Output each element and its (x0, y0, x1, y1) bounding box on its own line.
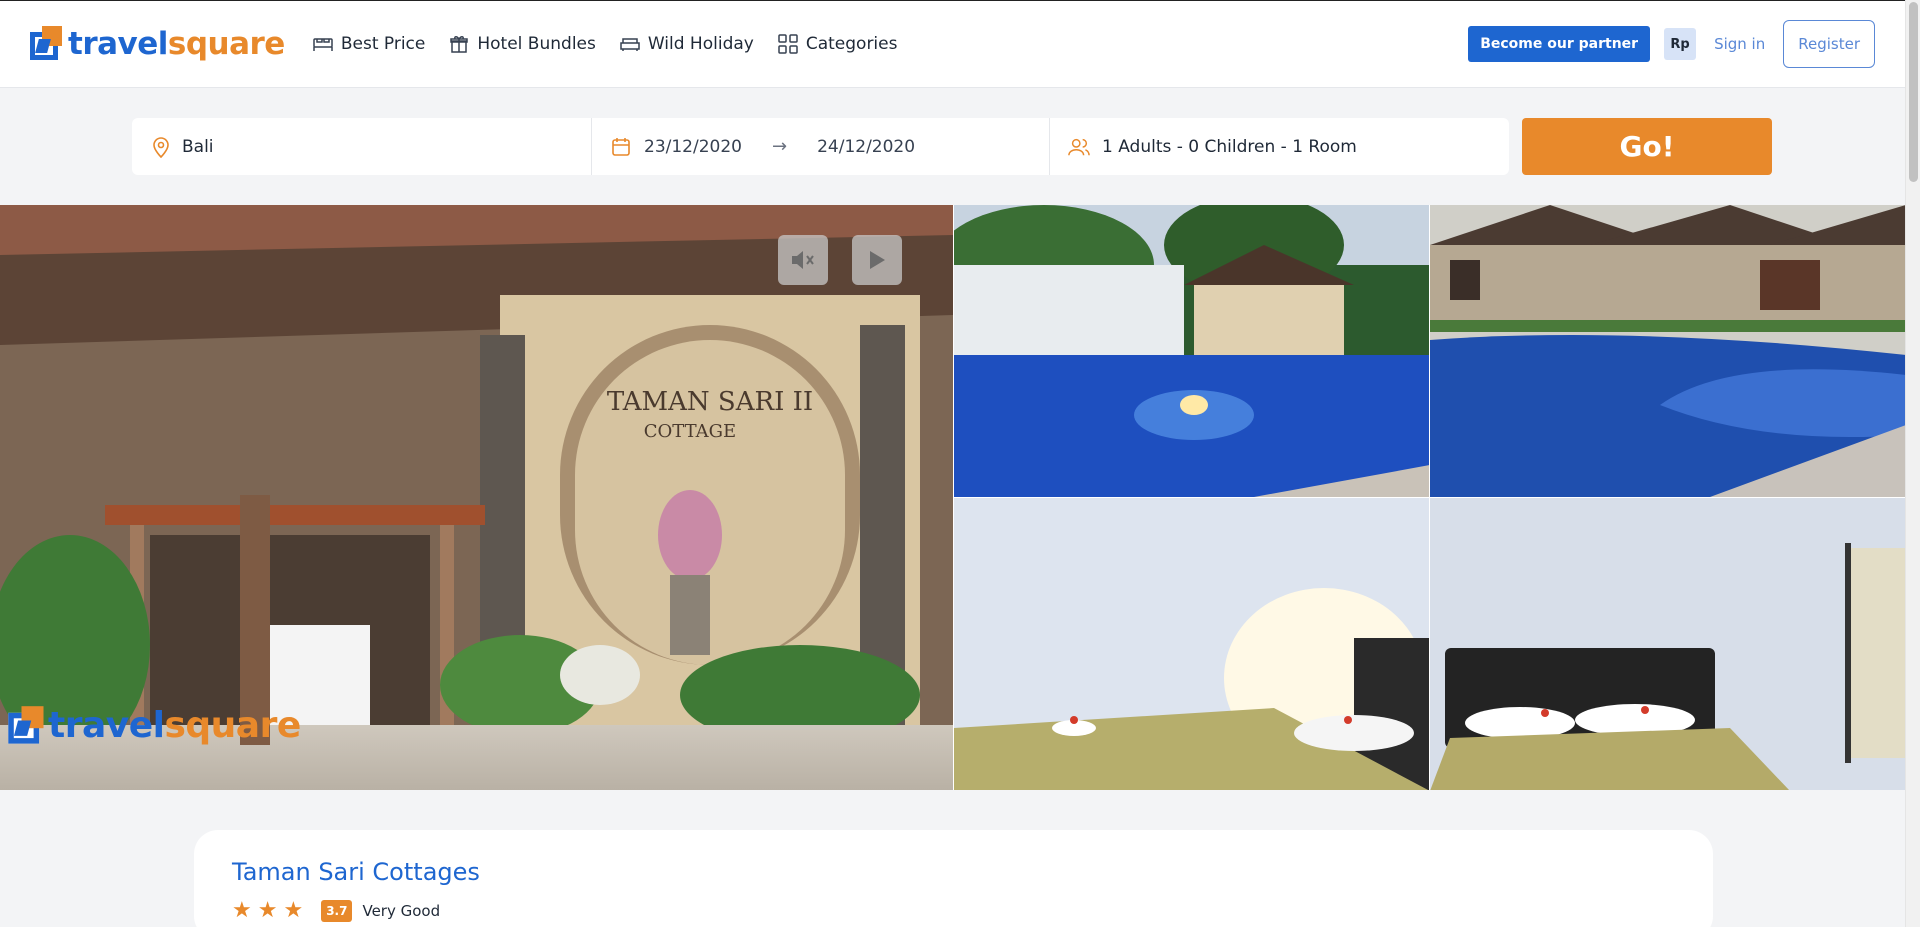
location-field[interactable]: Bali (132, 118, 592, 175)
logo-mark-icon (30, 26, 64, 62)
register-button[interactable]: Register (1783, 20, 1875, 68)
rating-row: ★ ★ ★ 3.7 Very Good (232, 900, 1675, 922)
search-section: Bali 23/12/2020 → 24/12/2020 1 Adults - … (0, 88, 1905, 205)
mute-icon[interactable] (778, 235, 828, 285)
nav-item-hotel-bundles[interactable]: Hotel Bundles (449, 34, 596, 54)
gallery-pool-photo-1[interactable] (953, 205, 1429, 497)
location-pin-icon (150, 136, 172, 158)
users-icon (1068, 136, 1090, 158)
svg-text:TAMAN SARI II: TAMAN SARI II (607, 387, 813, 417)
currency-button[interactable]: Rp (1664, 28, 1697, 60)
nav-item-label: Wild Holiday (647, 34, 754, 54)
star-icon: ★ (283, 898, 304, 923)
pool-image (954, 205, 1429, 497)
nav-item-label: Best Price (340, 34, 426, 54)
logo-text-part1: travel (68, 26, 168, 62)
sign-in-link[interactable]: Sign in (1710, 35, 1769, 53)
play-icon[interactable] (852, 235, 902, 285)
calendar-icon (610, 136, 632, 158)
video-controls (778, 235, 902, 285)
review-score-badge: 3.7 (321, 900, 353, 922)
location-value: Bali (182, 136, 214, 157)
watermark-text-part2: square (164, 705, 301, 746)
scrollbar-thumb[interactable] (1909, 2, 1918, 182)
grid-icon (778, 34, 798, 54)
become-partner-button[interactable]: Become our partner (1468, 26, 1651, 62)
gallery-room-photo-1[interactable] (953, 497, 1429, 790)
check-in-date[interactable]: 23/12/2020 (644, 137, 742, 157)
arrow-right-icon: → (771, 136, 788, 157)
brand-logo[interactable]: travelsquare (30, 26, 285, 62)
main-nav: Best Price Hotel Bundles Wild Holiday Ca… (313, 34, 898, 54)
nav-item-wild-holiday[interactable]: Wild Holiday (620, 34, 754, 54)
watermark-text-part1: travel (48, 705, 165, 746)
bed-icon (313, 35, 333, 53)
gallery-main-video[interactable]: TAMAN SARI II COTTAGE travelsquare (0, 205, 953, 790)
guests-value: 1 Adults - 0 Children - 1 Room (1102, 136, 1357, 157)
nav-item-label: Categories (805, 34, 898, 54)
header-actions: Become our partner Rp Sign in Register (1468, 20, 1875, 68)
date-range-field[interactable]: 23/12/2020 → 24/12/2020 (592, 118, 1050, 175)
room-image (954, 498, 1429, 790)
watermark-text: travelsquare (48, 705, 301, 746)
page-scrollbar[interactable] (1905, 0, 1920, 927)
logo-text-part2: square (167, 26, 285, 62)
guests-field[interactable]: 1 Adults - 0 Children - 1 Room (1050, 118, 1509, 175)
hotel-name: Taman Sari Cottages (232, 858, 480, 886)
photo-gallery: TAMAN SARI II COTTAGE travelsquare (0, 205, 1905, 790)
sofa-icon (620, 35, 640, 53)
nav-item-best-price[interactable]: Best Price (313, 34, 426, 54)
watermark-logo: travelsquare (8, 705, 301, 746)
gallery-pool-photo-2[interactable] (1429, 205, 1905, 497)
top-header: travelsquare Best Price Hotel Bundles Wi… (0, 0, 1905, 88)
gift-icon (449, 35, 469, 53)
star-icon: ★ (232, 898, 252, 923)
pool-image (1430, 205, 1905, 497)
search-form: Bali 23/12/2020 → 24/12/2020 1 Adults - … (132, 118, 1509, 175)
nav-item-label: Hotel Bundles (477, 34, 596, 54)
nav-item-categories[interactable]: Categories (778, 34, 898, 54)
hotel-details-card: Taman Sari Cottages ★ ★ ★ 3.7 Very Good (194, 830, 1713, 927)
gallery-room-photo-2[interactable] (1429, 497, 1905, 790)
check-out-date[interactable]: 24/12/2020 (817, 137, 915, 157)
search-go-button[interactable]: Go! (1522, 118, 1772, 175)
star-icon: ★ (257, 898, 278, 923)
hotel-entrance-image: TAMAN SARI II COTTAGE (0, 205, 953, 790)
logo-mark-icon (8, 705, 45, 746)
logo-text: travelsquare (68, 26, 285, 62)
room-image (1430, 498, 1905, 790)
review-score-label: Very Good (362, 902, 441, 920)
svg-text:COTTAGE: COTTAGE (644, 421, 736, 442)
